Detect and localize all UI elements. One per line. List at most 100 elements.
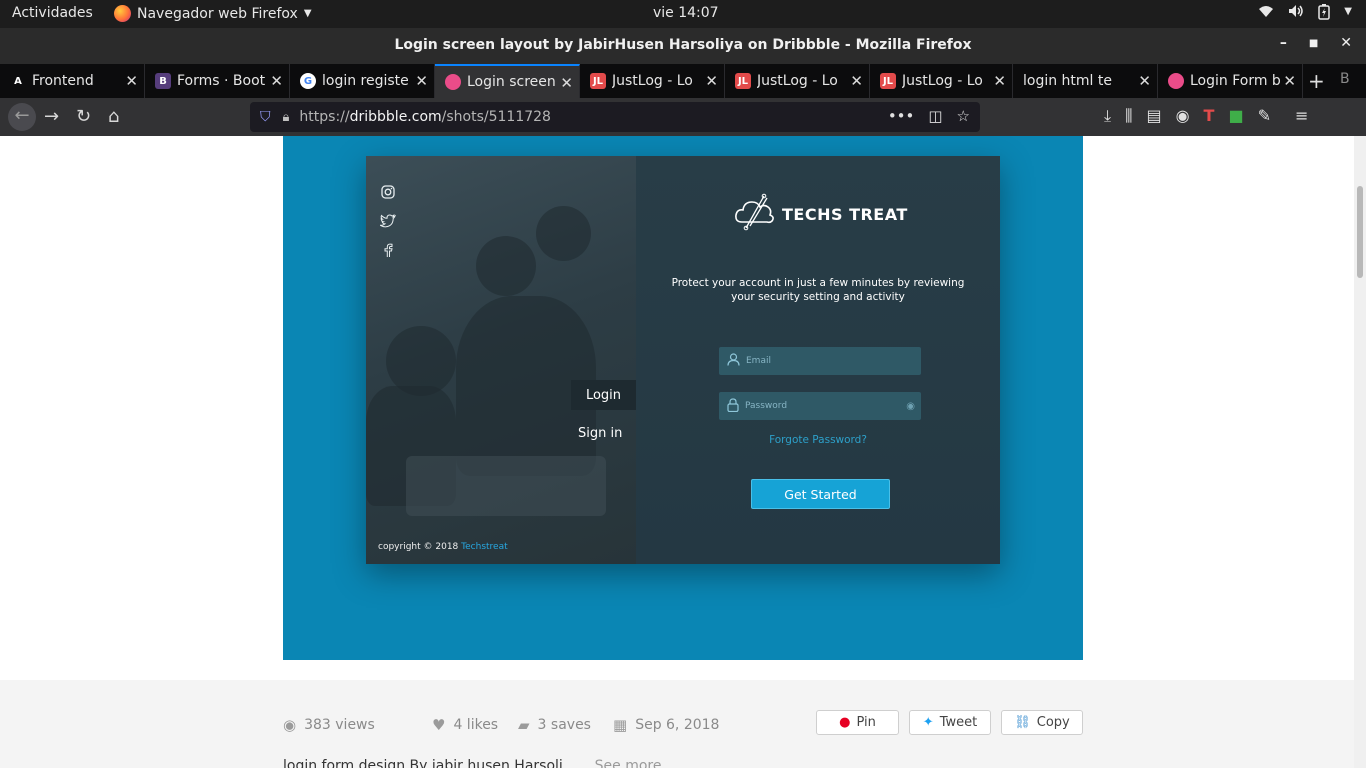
brand-name: TECHS TREAT [782, 204, 908, 224]
tab-label: JustLog - Lo [902, 73, 983, 89]
heart-icon: ♥ [432, 716, 446, 734]
new-tab-button[interactable]: + [1308, 69, 1325, 93]
minimize-button[interactable]: – [1280, 35, 1287, 51]
tab-label: Forms · Boot [177, 73, 266, 89]
instagram-icon[interactable] [380, 184, 396, 200]
bookmark-star-icon[interactable]: ☆ [957, 107, 970, 125]
activities-button[interactable]: Actividades [12, 5, 93, 21]
reload-button[interactable]: ↻ [76, 106, 91, 127]
login-card-mockup: Login Sign in copyright © 2018 Techstrea… [366, 156, 1000, 564]
tracking-shield-icon[interactable]: ⛉ [260, 109, 271, 125]
browser-tab[interactable]: JL JustLog - Lo ✕ [725, 64, 870, 98]
tab-label: JustLog - Lo [757, 73, 838, 89]
login-tab: Login [571, 380, 636, 410]
url-text[interactable]: https://dribbble.com/shots/5111728 [299, 109, 551, 125]
window-titlebar: Login screen layout by JabirHusen Harsol… [0, 28, 1366, 64]
library-icon[interactable]: ⫼ [1125, 106, 1132, 126]
see-more-link[interactable]: See more [595, 758, 662, 768]
tab-label: login html temp [1023, 73, 1113, 89]
system-tray[interactable]: ▼ [1258, 4, 1352, 24]
pin-button[interactable]: ● Pin [816, 710, 899, 735]
browser-tab[interactable]: Login screen ✕ [435, 64, 580, 98]
app-menu[interactable]: Navegador web Firefox ▼ [114, 5, 312, 22]
extension-cors-icon[interactable]: ■ [1228, 106, 1243, 126]
system-top-bar: Actividades Navegador web Firefox ▼ vie … [0, 0, 1366, 28]
user-icon [727, 353, 740, 369]
url-bar[interactable]: ⛉ 🔒︎ https://dribbble.com/shots/5111728 … [250, 102, 980, 132]
app-menu-label: Navegador web Firefox [137, 5, 298, 22]
saves-stat[interactable]: ▰ 3 saves [518, 716, 591, 734]
account-icon[interactable]: ◉ [1176, 106, 1190, 126]
twitter-share-icon: ✦ [922, 715, 934, 730]
shot-description: login form design By jabir husen Harsoli… [283, 758, 661, 768]
browser-tab[interactable]: JL JustLog - Lo ✕ [870, 64, 1013, 98]
likes-stat[interactable]: ♥ 4 likes [432, 716, 498, 734]
views-count: 383 views [304, 717, 375, 733]
eye-views-icon: ◉ [283, 716, 297, 734]
browser-tab[interactable]: JL JustLog - Lo ✕ [580, 64, 725, 98]
clock[interactable]: vie 14:07 [653, 5, 719, 21]
browser-tab[interactable]: A Frontend ✕ [0, 64, 145, 98]
browser-tab[interactable]: Login Form b ✕ [1158, 64, 1303, 98]
tab-close-icon[interactable]: ✕ [993, 72, 1006, 90]
tab-favicon-icon: G [300, 73, 316, 89]
tab-close-icon[interactable]: ✕ [125, 72, 138, 90]
saves-count[interactable]: 3 saves [538, 717, 591, 733]
tab-close-icon[interactable]: ✕ [560, 74, 573, 92]
cloud-logo-icon [734, 192, 776, 236]
tab-favicon-icon: B [155, 73, 171, 89]
signin-tab: Sign in [578, 426, 623, 441]
menu-icon[interactable]: ≡ [1295, 106, 1308, 126]
tab-favicon-icon: JL [880, 73, 896, 89]
window-title: Login screen layout by JabirHusen Harsol… [394, 37, 972, 53]
forward-button[interactable]: → [44, 106, 59, 127]
pin-label: Pin [856, 715, 876, 730]
tab-favicon-icon [445, 74, 461, 90]
facebook-icon[interactable] [380, 242, 396, 258]
extension-t-icon[interactable]: T [1204, 106, 1215, 126]
sidebar-icon[interactable]: ▤ [1146, 106, 1161, 126]
tab-overflow-indicator[interactable]: B [1340, 71, 1350, 87]
tab-close-icon[interactable]: ✕ [850, 72, 863, 90]
browser-tab[interactable]: login html temp ✕ [1013, 64, 1158, 98]
tweet-button[interactable]: ✦ Tweet [909, 710, 991, 735]
tab-label: login registe [322, 73, 409, 89]
twitter-icon[interactable] [380, 213, 396, 229]
download-icon[interactable]: ⤓ [1104, 106, 1111, 126]
page-actions-icon[interactable]: ••• [888, 107, 915, 125]
tweet-label: Tweet [939, 715, 978, 730]
page-content: Login Sign in copyright © 2018 Techstrea… [0, 136, 1354, 768]
date-stat: ▦ Sep 6, 2018 [613, 716, 719, 734]
tab-close-icon[interactable]: ✕ [1283, 72, 1296, 90]
page-scrollbar[interactable] [1354, 136, 1366, 768]
get-started-button: Get Started [751, 479, 890, 509]
tab-close-icon[interactable]: ✕ [705, 72, 718, 90]
browser-tab[interactable]: Glogin registe ✕ [290, 64, 435, 98]
extension-pen-icon[interactable]: ✎ [1258, 106, 1271, 126]
firefox-icon [114, 5, 131, 22]
battery-icon [1318, 4, 1331, 24]
tab-close-icon[interactable]: ✕ [270, 72, 283, 90]
likes-count[interactable]: 4 likes [453, 717, 498, 733]
tab-strip: + B A Frontend ✕ B Forms · Boot ✕ Glogin regis… [0, 64, 1366, 98]
volume-icon [1288, 4, 1304, 24]
copyright-brand: Techstreat [461, 542, 508, 552]
browser-tab[interactable]: B Forms · Boot ✕ [145, 64, 290, 98]
copy-link-button[interactable]: ⛓ Copy [1001, 710, 1083, 735]
scrollbar-thumb[interactable] [1357, 186, 1363, 278]
folder-plus-icon: ▰ [518, 716, 530, 734]
eye-icon: ◉ [906, 400, 915, 412]
maximize-button[interactable]: ■ [1309, 35, 1318, 51]
tab-favicon-icon: A [10, 73, 26, 89]
login-form-panel: TECHS TREAT Protect your account in just… [636, 156, 1000, 564]
tab-close-icon[interactable]: ✕ [415, 72, 428, 90]
home-button[interactable]: ⌂ [108, 106, 119, 127]
close-window-button[interactable]: ✕ [1340, 35, 1352, 51]
lock-icon[interactable]: 🔒︎ [283, 110, 290, 125]
tab-label: Login screen [467, 74, 556, 90]
back-button[interactable]: ← [8, 103, 36, 131]
pocket-icon[interactable]: ◫ [928, 107, 942, 125]
shot-meta-bar: ◉ 383 views ♥ 4 likes ▰ 3 saves ▦ Sep 6,… [0, 680, 1354, 768]
tab-close-icon[interactable]: ✕ [1138, 72, 1151, 90]
copyright-label: copyright © 2018 [378, 542, 459, 552]
